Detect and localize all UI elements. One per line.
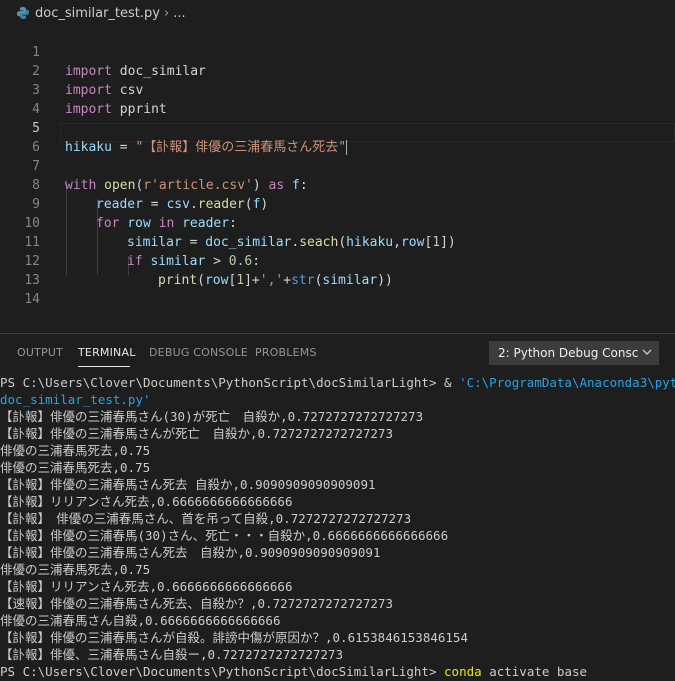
active-tab-indicator xyxy=(78,366,130,367)
code-line-13: 13 xyxy=(0,252,675,288)
terminal-line: 【訃報】俳優の三浦春馬(30)さん、死亡・・・自殺か,0.66666666666… xyxy=(0,528,449,543)
terminal-line: 【訃報】俳優の三浦春馬さん死去 自殺か,0.9090909090909091 xyxy=(0,545,381,560)
terminal-line: PS C:\Users\Clover\Documents\PythonScrip… xyxy=(0,664,588,679)
terminal-line: 俳優の三浦春馬死去,0.75 xyxy=(0,562,151,577)
breadcrumb-file[interactable]: doc_similar_test.py xyxy=(35,6,160,21)
tab-output[interactable]: OUTPUT xyxy=(17,346,63,359)
code-line-6: 6 xyxy=(0,119,675,155)
terminal-select-dropdown[interactable]: 2: Python Debug Consc xyxy=(489,341,659,365)
terminal-line: 【速報】俳優の三浦春馬さん死去、自殺か？,0.7272727272727273 xyxy=(0,596,393,611)
chevron-down-icon xyxy=(641,346,653,358)
code-line-1: 1 import doc_similar xyxy=(0,24,675,79)
terminal-line: 【訃報】リリアンさん死去,0.6666666666666666 xyxy=(0,494,293,509)
code-line-11: 11 if similar > 0.6: xyxy=(0,214,675,269)
code-line-10: 10 similar = doc_similar.seach(hikaku,ro… xyxy=(0,195,675,250)
line-number: 14 xyxy=(24,292,40,307)
terminal-line: 【訃報】俳優の三浦春馬さん死去 自殺か,0.9090909090909091 xyxy=(0,477,376,492)
terminal-line: doc_similar_test.py' xyxy=(0,392,151,407)
code-line-4: 4 xyxy=(0,81,675,117)
panel-divider[interactable] xyxy=(0,333,675,334)
terminal-line: 俳優の三浦春馬死去,0.75 xyxy=(0,460,151,475)
tab-problems[interactable]: PROBLEMS xyxy=(255,346,317,359)
code-line-14: 14 xyxy=(0,271,675,307)
code-line-12: 12 print(row[1]+','+str(similar)) xyxy=(0,233,675,288)
terminal-line: PS C:\Users\Clover\Documents\PythonScrip… xyxy=(0,375,675,390)
terminal-line: 【訃報】俳優の三浦春馬さんが自殺。誹謗中傷が原因か？,0.61538461538… xyxy=(0,630,468,645)
terminal-line: 【訃報】俳優、三浦春馬さん自殺ー,0.7272727272727273 xyxy=(0,647,343,662)
terminal-select-value: 2: Python Debug Consc xyxy=(498,346,639,360)
terminal-line: 俳優の三浦春馬死去,0.75 xyxy=(0,443,151,458)
breadcrumb: doc_similar_test.py › ... xyxy=(0,0,675,26)
terminal-line: 【訃報】 俳優の三浦春馬さん、首を吊って自殺,0.727272727272727… xyxy=(0,511,412,526)
code-line-2: 2 import csv xyxy=(0,43,675,98)
code-editor[interactable]: 1 import doc_similar 2 import csv 3 impo… xyxy=(0,24,675,330)
code-line-8: 8 reader = csv.reader(f) xyxy=(0,157,675,212)
code-line-7: 7 with open(r'article.csv') as f: xyxy=(0,138,675,193)
terminal-output[interactable]: PS C:\Users\Clover\Documents\PythonScrip… xyxy=(0,372,675,681)
code-line-3: 3 import pprint xyxy=(0,62,675,117)
terminal-line: 【訃報】俳優の三浦春馬さん(30)が死亡 自殺か,0.7272727272727… xyxy=(0,409,424,424)
terminal-line: 【訃報】リリアンさん死去,0.6666666666666666 xyxy=(0,579,293,594)
breadcrumb-ellipsis[interactable]: ... xyxy=(173,6,185,21)
tab-debug-console[interactable]: DEBUG CONSOLE xyxy=(149,346,248,359)
tab-terminal[interactable]: TERMINAL xyxy=(78,346,136,359)
code-line-9: 9 for row in reader: xyxy=(0,176,675,231)
python-file-icon xyxy=(16,6,30,20)
code-line-5: 5 hikaku = "【訃報】俳優の三浦春馬さん死去" xyxy=(0,100,675,155)
terminal-line: 【訃報】俳優の三浦春馬さんが死亡 自殺か,0.7272727272727273 xyxy=(0,426,393,441)
breadcrumb-separator: › xyxy=(163,5,170,21)
terminal-line: 俳優の三浦春馬さん自殺,0.6666666666666666 xyxy=(0,613,281,628)
